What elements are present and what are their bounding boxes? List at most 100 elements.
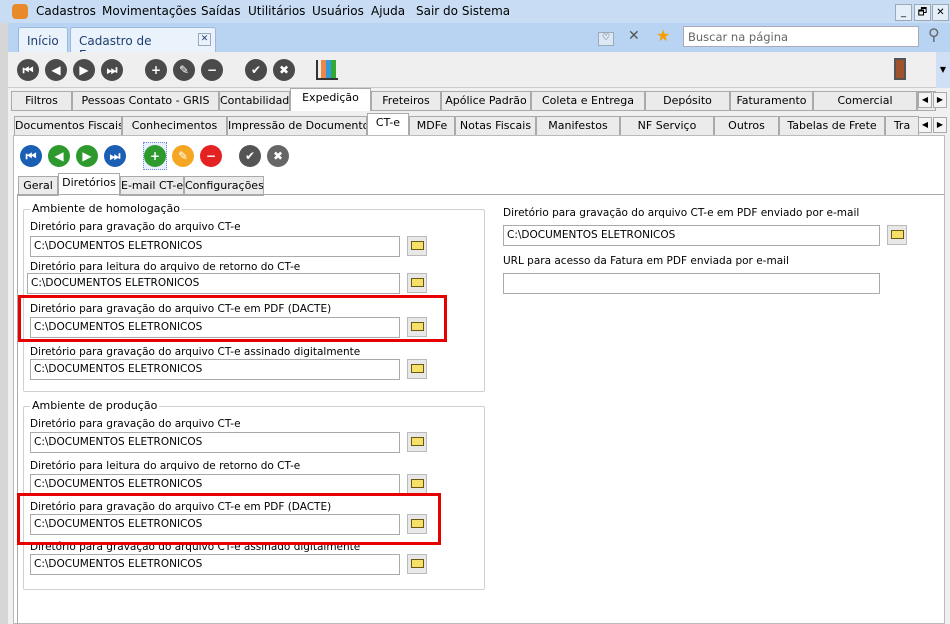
scroll-tabs-right-icon[interactable]: ▶ bbox=[933, 117, 947, 133]
previous-record-icon[interactable]: ◀ bbox=[48, 145, 70, 167]
menu-item-2[interactable]: Saídas bbox=[201, 4, 241, 18]
browse-folder-button[interactable] bbox=[407, 474, 427, 494]
directory-input[interactable]: C:\DOCUMENTOS ELETRONICOS bbox=[30, 236, 400, 257]
tab-main_tabs-4[interactable]: Freteiros bbox=[371, 91, 441, 111]
left-edge bbox=[0, 23, 8, 624]
menu-item-3[interactable]: Utilitários bbox=[248, 4, 305, 18]
directory-input[interactable] bbox=[503, 273, 880, 294]
add-button[interactable]: + bbox=[143, 142, 167, 170]
tab-main_tabs-8[interactable]: Faturamento bbox=[730, 91, 813, 111]
browse-folder-button[interactable] bbox=[407, 554, 427, 574]
remove-icon[interactable]: − bbox=[200, 145, 222, 167]
menu-item-6[interactable]: Sair do Sistema bbox=[416, 4, 510, 18]
next-record-icon[interactable]: ▶ bbox=[76, 145, 98, 167]
field-label: Diretório para gravação do arquivo CT-e bbox=[30, 221, 241, 233]
directory-input[interactable]: C:\DOCUMENTOS ELETRONICOS bbox=[30, 474, 400, 495]
browse-folder-button[interactable] bbox=[407, 236, 427, 256]
highlight-box-homologacao-dacte bbox=[18, 295, 447, 342]
edit-icon[interactable]: ✎ bbox=[173, 59, 195, 81]
group-title: Ambiente de homologação bbox=[30, 202, 183, 215]
app-tab-cadastro-empresas[interactable]: Cadastro de Empresas✕ bbox=[70, 27, 216, 62]
add-icon[interactable]: + bbox=[145, 59, 167, 81]
tab-main_tabs-2[interactable]: Contabilidade bbox=[219, 91, 290, 111]
field-label: Diretório para leitura do arquivo de ret… bbox=[30, 460, 301, 472]
confirm-icon[interactable]: ✔ bbox=[239, 145, 261, 167]
tab-main_tabs-5[interactable]: Apólice Padrão bbox=[441, 91, 531, 111]
tab-main_tabs-3[interactable]: Expedição bbox=[290, 88, 371, 111]
cancel-icon[interactable]: ✖ bbox=[273, 59, 295, 81]
first-record-icon[interactable]: ⏮ bbox=[20, 145, 42, 167]
scroll-tabs-left-icon[interactable]: ◀ bbox=[918, 117, 932, 133]
tab-inner_tabs-0[interactable]: Geral bbox=[18, 176, 58, 196]
tab-sub_tabs-0[interactable]: Documentos Fiscais bbox=[14, 116, 122, 136]
folder-icon bbox=[410, 479, 424, 488]
directory-input[interactable]: C:\DOCUMENTOS ELETRONICOS bbox=[30, 432, 400, 453]
menu-item-5[interactable]: Ajuda bbox=[371, 4, 405, 18]
directory-input[interactable]: C:\DOCUMENTOS ELETRONICOS bbox=[503, 225, 880, 246]
tab-sub_tabs-4[interactable]: MDFe bbox=[409, 116, 455, 136]
tab-inner_tabs-3[interactable]: Configurações bbox=[184, 176, 264, 196]
scroll-tabs-right-icon[interactable]: ▶ bbox=[933, 92, 947, 108]
search-icon[interactable]: ⚲ bbox=[928, 25, 940, 44]
tab-main_tabs-1[interactable]: Pessoas Contato - GRIS bbox=[72, 91, 219, 111]
group-title: Ambiente de produção bbox=[30, 399, 160, 412]
menu-item-1[interactable]: Movimentações bbox=[102, 4, 196, 18]
browse-folder-button[interactable] bbox=[407, 432, 427, 452]
field-label: Diretório para gravação do arquivo CT-e … bbox=[30, 346, 361, 358]
app-logo-icon bbox=[12, 4, 28, 19]
menu-bar: Cadastros Movimentações Saídas Utilitários U… bbox=[0, 0, 950, 23]
window-button-1[interactable]: 🗗 bbox=[914, 4, 931, 21]
browse-folder-button[interactable] bbox=[407, 359, 427, 379]
tab-main_tabs-6[interactable]: Coleta e Entrega bbox=[531, 91, 645, 111]
previous-record-icon[interactable]: ◀ bbox=[45, 59, 67, 81]
tab-sub_tabs-7[interactable]: NF Serviço bbox=[620, 116, 714, 136]
directory-input[interactable]: C:\DOCUMENTOS ELETRONICOS bbox=[30, 359, 400, 380]
tab-sub_tabs-9[interactable]: Tabelas de Frete bbox=[779, 116, 885, 136]
tab-sub_tabs-10[interactable]: Tra bbox=[885, 116, 919, 136]
folder-icon bbox=[410, 559, 424, 568]
tab-inner_tabs-2[interactable]: E-mail CT-e bbox=[120, 176, 184, 196]
add-icon: + bbox=[144, 145, 166, 167]
browse-folder-button[interactable] bbox=[407, 273, 427, 293]
highlight-box-producao-dacte bbox=[17, 493, 441, 545]
directory-input[interactable]: C:\DOCUMENTOS ELETRONICOS bbox=[30, 554, 400, 575]
last-record-icon[interactable]: ⏭ bbox=[104, 145, 126, 167]
remove-icon[interactable]: − bbox=[201, 59, 223, 81]
reports-chart-icon[interactable] bbox=[316, 60, 338, 80]
field-label: URL para acesso da Fatura em PDF enviada… bbox=[503, 255, 789, 267]
tab-main_tabs-9[interactable]: Comercial bbox=[813, 91, 917, 111]
tab-sub_tabs-8[interactable]: Outros bbox=[714, 116, 779, 136]
menu-item-4[interactable]: Usuários bbox=[312, 4, 364, 18]
tab-inner_tabs-1[interactable]: Diretórios bbox=[58, 173, 120, 196]
window-button-2[interactable]: ✕ bbox=[932, 4, 949, 21]
browse-folder-button[interactable] bbox=[887, 225, 907, 245]
search-input[interactable]: Buscar na página bbox=[683, 26, 919, 47]
menu-item-0[interactable]: Cadastros bbox=[36, 4, 96, 18]
star-icon[interactable]: ★ bbox=[656, 26, 670, 45]
tab-sub_tabs-5[interactable]: Notas Fiscais bbox=[455, 116, 536, 136]
toolbar-overflow-icon[interactable]: ▼ bbox=[936, 52, 950, 88]
confirm-icon[interactable]: ✔ bbox=[245, 59, 267, 81]
app-tab-inicio[interactable]: Início bbox=[18, 27, 68, 52]
close-tab-icon[interactable]: ✕ bbox=[198, 33, 211, 46]
cancel-icon[interactable]: ✖ bbox=[267, 145, 289, 167]
heart-icon[interactable]: ♡ bbox=[598, 32, 614, 46]
tab-main_tabs-0[interactable]: Filtros bbox=[11, 91, 72, 111]
unpin-icon[interactable]: ✕ bbox=[628, 28, 640, 44]
tab-sub_tabs-6[interactable]: Manifestos bbox=[536, 116, 620, 136]
window-button-0[interactable]: _ bbox=[895, 4, 912, 21]
tab-sub_tabs-2[interactable]: Impressão de Documentos bbox=[227, 116, 367, 136]
next-record-icon[interactable]: ▶ bbox=[73, 59, 95, 81]
exit-door-icon[interactable] bbox=[894, 58, 906, 80]
last-record-icon[interactable]: ⏭ bbox=[101, 59, 123, 81]
tab-main_tabs-7[interactable]: Depósito bbox=[645, 91, 730, 111]
main-toolbar: ⏮ ◀ ▶ ⏭ + ✎ − ✔ ✖ ▼ bbox=[8, 52, 950, 88]
first-record-icon[interactable]: ⏮ bbox=[17, 59, 39, 81]
directory-input[interactable]: C:\DOCUMENTOS ELETRONICOS bbox=[27, 273, 400, 294]
folder-icon bbox=[410, 278, 424, 287]
tab-sub_tabs-3[interactable]: CT-e bbox=[367, 113, 409, 136]
edit-icon[interactable]: ✎ bbox=[172, 145, 194, 167]
tab-sub_tabs-1[interactable]: Conhecimentos bbox=[122, 116, 227, 136]
scroll-tabs-left-icon[interactable]: ◀ bbox=[918, 92, 932, 108]
inner-tabs: Geral Diretórios E-mail CT-e Configurações bbox=[18, 173, 318, 196]
